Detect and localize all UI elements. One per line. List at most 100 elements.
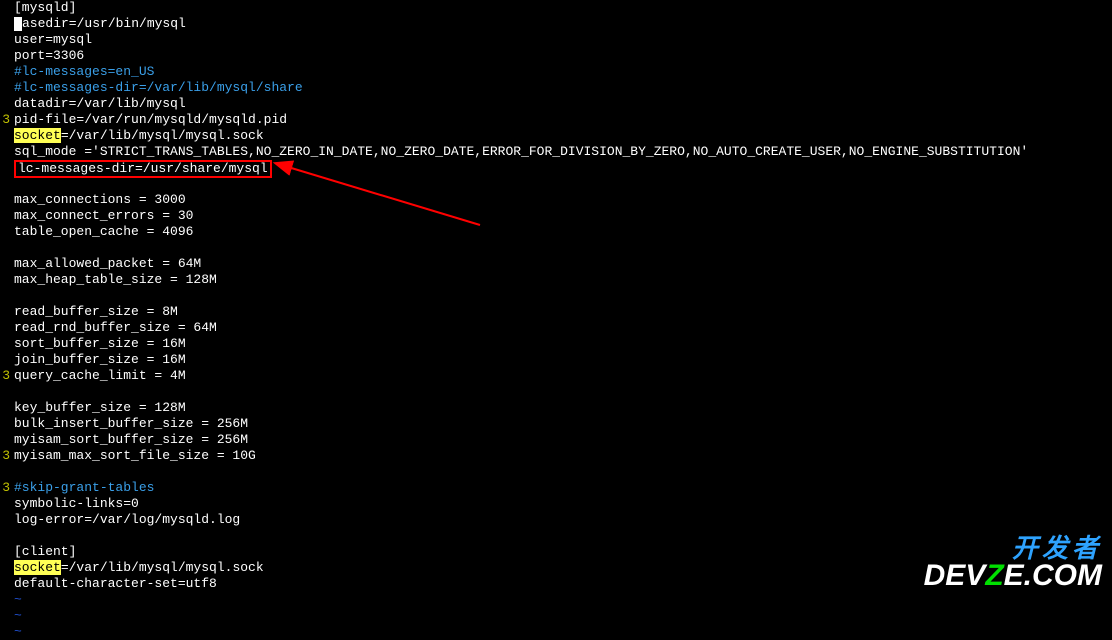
- editor-line[interactable]: 3 pid-file=/var/run/mysqld/mysqld.pid: [0, 112, 1112, 128]
- code-text: symbolic-links=0: [14, 496, 139, 511]
- line-number: 3: [0, 368, 10, 384]
- editor-line[interactable]: [0, 288, 1112, 304]
- code-text: query_cache_limit = 4M: [14, 368, 186, 383]
- line-content: #lc-messages-dir=/var/lib/mysql/share: [10, 80, 303, 96]
- line-content: default-character-set=utf8: [10, 576, 217, 592]
- line-content: read_rnd_buffer_size = 64M: [10, 320, 217, 336]
- code-text: max_connections = 3000: [14, 192, 186, 207]
- editor-line[interactable]: port=3306: [0, 48, 1112, 64]
- line-content: lc-messages-dir=/usr/share/mysql: [10, 160, 272, 178]
- editor-line[interactable]: sort_buffer_size = 16M: [0, 336, 1112, 352]
- editor-line[interactable]: socket=/var/lib/mysql/mysql.sock: [0, 128, 1112, 144]
- editor-line[interactable]: read_buffer_size = 8M: [0, 304, 1112, 320]
- editor-line[interactable]: log-error=/var/log/mysqld.log: [0, 512, 1112, 528]
- line-content: #skip-grant-tables: [10, 480, 154, 496]
- editor-line[interactable]: socket=/var/lib/mysql/mysql.sock: [0, 560, 1112, 576]
- code-text: max_allowed_packet = 64M: [14, 256, 201, 271]
- code-text: join_buffer_size = 16M: [14, 352, 186, 367]
- empty-line-tilde: ~: [0, 624, 1112, 640]
- code-text: default-character-set=utf8: [14, 576, 217, 591]
- line-content: socket=/var/lib/mysql/mysql.sock: [10, 128, 264, 144]
- code-text: =/var/lib/mysql/mysql.sock: [61, 128, 264, 143]
- editor-line[interactable]: #lc-messages=en_US: [0, 64, 1112, 80]
- line-content: [client]: [10, 544, 76, 560]
- editor-line[interactable]: [0, 464, 1112, 480]
- comment-text: #lc-messages=en_US: [14, 64, 154, 79]
- code-text: =/var/lib/mysql/mysql.sock: [61, 560, 264, 575]
- code-text: sql_mode ='STRICT_TRANS_TABLES,NO_ZERO_I…: [14, 144, 1028, 159]
- editor-line[interactable]: table_open_cache = 4096: [0, 224, 1112, 240]
- editor-line[interactable]: [0, 384, 1112, 400]
- line-content: myisam_max_sort_file_size = 10G: [10, 448, 256, 464]
- code-text: bulk_insert_buffer_size = 256M: [14, 416, 248, 431]
- editor-line[interactable]: datadir=/var/lib/mysql: [0, 96, 1112, 112]
- line-content: pid-file=/var/run/mysqld/mysqld.pid: [10, 112, 287, 128]
- editor-line[interactable]: [client]: [0, 544, 1112, 560]
- line-content: symbolic-links=0: [10, 496, 139, 512]
- editor-line[interactable]: key_buffer_size = 128M: [0, 400, 1112, 416]
- empty-line-tilde: ~: [0, 592, 1112, 608]
- line-content: max_allowed_packet = 64M: [10, 256, 201, 272]
- editor-line[interactable]: 3 #skip-grant-tables: [0, 480, 1112, 496]
- line-content: table_open_cache = 4096: [10, 224, 193, 240]
- comment-text: #skip-grant-tables: [14, 480, 154, 495]
- line-number: 3: [0, 112, 10, 128]
- editor-line[interactable]: lc-messages-dir=/usr/share/mysql: [0, 160, 1112, 176]
- code-text: user=mysql: [14, 32, 92, 47]
- line-content: myisam_sort_buffer_size = 256M: [10, 432, 248, 448]
- editor-line[interactable]: max_connect_errors = 30: [0, 208, 1112, 224]
- editor-line[interactable]: 3 query_cache_limit = 4M: [0, 368, 1112, 384]
- editor-line[interactable]: read_rnd_buffer_size = 64M: [0, 320, 1112, 336]
- code-text: read_rnd_buffer_size = 64M: [14, 320, 217, 335]
- code-text: max_heap_table_size = 128M: [14, 272, 217, 287]
- line-content: bulk_insert_buffer_size = 256M: [10, 416, 248, 432]
- editor-line[interactable]: max_heap_table_size = 128M: [0, 272, 1112, 288]
- code-text: [mysqld]: [14, 0, 76, 15]
- code-text: max_connect_errors = 30: [14, 208, 193, 223]
- line-content: asedir=/usr/bin/mysql: [10, 16, 186, 32]
- editor-line[interactable]: #lc-messages-dir=/var/lib/mysql/share: [0, 80, 1112, 96]
- editor-line[interactable]: symbolic-links=0: [0, 496, 1112, 512]
- code-text: key_buffer_size = 128M: [14, 400, 186, 415]
- line-content: [mysqld]: [10, 0, 76, 16]
- editor-line[interactable]: [0, 176, 1112, 192]
- line-content: query_cache_limit = 4M: [10, 368, 186, 384]
- highlighted-box: lc-messages-dir=/usr/share/mysql: [14, 160, 272, 178]
- editor-line[interactable]: myisam_sort_buffer_size = 256M: [0, 432, 1112, 448]
- line-number: 3: [0, 480, 10, 496]
- terminal-editor[interactable]: [mysqld]asedir=/usr/bin/mysqluser=mysqlp…: [0, 0, 1112, 597]
- code-text: myisam_max_sort_file_size = 10G: [14, 448, 256, 463]
- line-content: read_buffer_size = 8M: [10, 304, 178, 320]
- editor-line[interactable]: 3 myisam_max_sort_file_size = 10G: [0, 448, 1112, 464]
- line-content: max_connections = 3000: [10, 192, 186, 208]
- editor-line[interactable]: join_buffer_size = 16M: [0, 352, 1112, 368]
- code-text: datadir=/var/lib/mysql: [14, 96, 186, 111]
- code-text: read_buffer_size = 8M: [14, 304, 178, 319]
- code-text: sort_buffer_size = 16M: [14, 336, 186, 351]
- editor-line[interactable]: [0, 528, 1112, 544]
- editor-line[interactable]: sql_mode ='STRICT_TRANS_TABLES,NO_ZERO_I…: [0, 144, 1112, 160]
- editor-line[interactable]: max_allowed_packet = 64M: [0, 256, 1112, 272]
- editor-line[interactable]: max_connections = 3000: [0, 192, 1112, 208]
- line-number: 3: [0, 448, 10, 464]
- code-text: pid-file=/var/run/mysqld/mysqld.pid: [14, 112, 287, 127]
- editor-line[interactable]: asedir=/usr/bin/mysql: [0, 16, 1112, 32]
- line-content: sql_mode ='STRICT_TRANS_TABLES,NO_ZERO_I…: [10, 144, 1028, 160]
- text-cursor: [14, 17, 22, 31]
- editor-line[interactable]: [0, 240, 1112, 256]
- line-content: join_buffer_size = 16M: [10, 352, 186, 368]
- code-text: table_open_cache = 4096: [14, 224, 193, 239]
- search-highlight: socket: [14, 560, 61, 575]
- line-content: user=mysql: [10, 32, 92, 48]
- editor-line[interactable]: default-character-set=utf8: [0, 576, 1112, 592]
- code-text: [client]: [14, 544, 76, 559]
- line-content: max_heap_table_size = 128M: [10, 272, 217, 288]
- line-content: datadir=/var/lib/mysql: [10, 96, 186, 112]
- editor-line[interactable]: [mysqld]: [0, 0, 1112, 16]
- editor-line[interactable]: bulk_insert_buffer_size = 256M: [0, 416, 1112, 432]
- empty-line-tilde: ~: [0, 608, 1112, 624]
- editor-line[interactable]: user=mysql: [0, 32, 1112, 48]
- line-content: port=3306: [10, 48, 84, 64]
- code-text: asedir=/usr/bin/mysql: [22, 16, 186, 31]
- code-text: log-error=/var/log/mysqld.log: [14, 512, 240, 527]
